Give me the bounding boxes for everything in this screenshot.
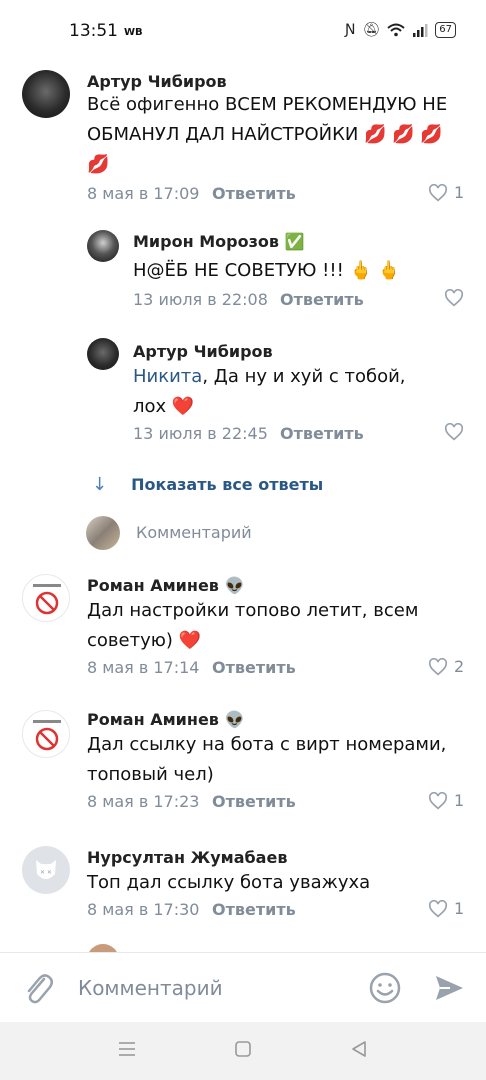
reply-button[interactable]: Ответить [212,900,296,919]
status-time: 13:51 [69,21,118,41]
reply-button[interactable]: Ответить [280,290,364,309]
like-button[interactable]: 1 [428,899,464,918]
avatar[interactable]: ✕ ✕ [22,846,70,894]
show-all-replies-label: Показать все ответы [131,475,324,494]
no-symbol-icon [33,584,61,615]
comment-author[interactable]: Нурсултан Жумабаев [87,848,287,867]
like-count: 2 [454,657,465,676]
inline-comment-input[interactable]: Комментарий [86,516,466,550]
comment-author[interactable]: Роман Аминев 👽 [87,710,244,729]
heart-icon [444,423,464,441]
comment-author[interactable]: Артур Чибиров [133,342,273,361]
svg-text:✕ ✕: ✕ ✕ [40,869,52,876]
avatar[interactable] [22,574,70,622]
comment-date: 13 июля в 22:45 [133,424,268,443]
reply-button[interactable]: Ответить [212,184,296,203]
like-count: 1 [454,791,465,810]
like-button[interactable]: 1 [428,791,464,810]
reply-button[interactable]: Ответить [212,658,296,677]
home-icon[interactable] [233,1039,253,1059]
battery-indicator: 67 [435,22,456,38]
heart-icon [428,657,448,675]
avatar [86,516,120,550]
comment-author[interactable]: Роман Аминев 👽 [87,576,244,595]
heart-icon [428,899,448,917]
comment-composer: Комментарий [0,952,486,1022]
emoji-icon[interactable] [368,971,402,1005]
comments-feed[interactable]: Артур Чибиров Всё офигенно ВСЕМ РЕКОМЕНД… [0,56,486,952]
user-mention[interactable]: Никита [133,366,202,387]
reply-button[interactable]: Ответить [280,424,364,443]
comment-author[interactable]: Мирон Морозов ✅ [133,232,304,251]
comment-text: Всё офигенно ВСЕМ РЕКОМЕНДУЮ НЕ ОБМАНУЛ … [87,94,448,175]
heart-icon [428,791,448,809]
avatar[interactable] [22,70,70,118]
nfc-icon: Ɲ [345,22,356,38]
system-nav-bar [0,1022,486,1080]
back-icon[interactable] [349,1039,369,1059]
no-symbol-icon [33,720,61,751]
mute-icon: 🔕︎ [362,22,381,38]
comment-date: 8 мая в 17:09 [87,184,200,203]
like-button[interactable] [444,289,470,307]
wifi-icon [387,23,405,37]
comment-input[interactable]: Комментарий [78,976,223,1000]
comment-date: 8 мая в 17:30 [87,900,200,919]
comment-author[interactable]: Артур Чибиров [87,72,227,91]
arrow-down-icon: ↓ [92,474,108,495]
status-icons: Ɲ 🔕︎ 67 [345,22,456,38]
reply-button[interactable]: Ответить [212,792,296,811]
heart-icon [444,289,464,307]
signal-icon [413,24,428,37]
like-count: 1 [454,899,465,918]
dog-icon: ✕ ✕ [36,860,56,879]
comment-text: Дал настройки топово летит, всем советую… [87,600,419,651]
comment-date: 8 мая в 17:14 [87,658,200,677]
avatar[interactable] [22,710,70,758]
attach-icon[interactable] [22,971,54,1005]
avatar[interactable] [87,230,119,262]
send-icon[interactable] [432,971,466,1005]
like-button[interactable]: 2 [428,657,464,676]
like-count: 1 [454,183,465,202]
avatar[interactable] [87,944,119,952]
comment-text: Топ дал ссылку бота уважуха [87,872,371,893]
comment-text: Никита, Да ну и хуй с тобой, лох ❤️ [133,362,433,422]
status-bar: 13:51 WB Ɲ 🔕︎ 67 [0,0,486,56]
comment-text: Дал ссылку на бота с вирт номерами, топо… [87,734,447,785]
avatar[interactable] [87,338,119,370]
comment-date: 8 мая в 17:23 [87,792,200,811]
menu-icon[interactable] [117,1039,137,1059]
heart-icon [428,183,448,201]
like-button[interactable]: 1 [428,183,464,202]
status-carrier: WB [124,27,143,38]
inline-comment-placeholder: Комментарий [136,523,252,542]
like-button[interactable] [444,423,470,441]
comment-text: Н@ЁБ НЕ СОВЕТУЮ !!! 🖕 🖕 [133,260,401,281]
comment-date: 13 июля в 22:08 [133,290,268,309]
show-all-replies-button[interactable]: ↓ Показать все ответы [92,474,323,495]
